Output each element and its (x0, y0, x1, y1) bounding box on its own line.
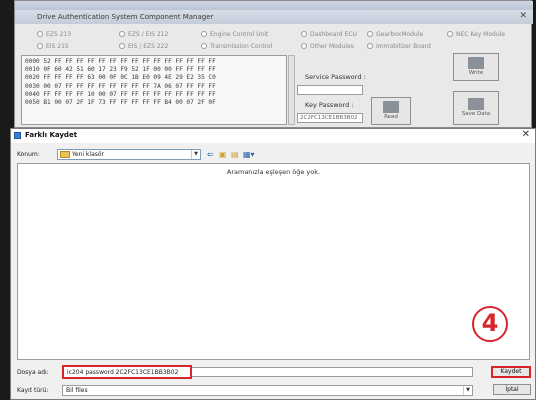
view-menu-icon[interactable]: ▦▾ (243, 150, 255, 159)
file-list-area[interactable]: Aramanızla eşleşen öğe yok. (17, 163, 530, 360)
radio-icon (119, 31, 125, 37)
file-name-label: Dosya adı: (17, 369, 49, 376)
hex-line: 0050 B1 00 07 2F 1F 73 FF FF FF FF FF B4… (25, 99, 216, 107)
dialog-titlebar: Farklı Kaydet ✕ (11, 129, 535, 143)
radio-option[interactable]: Immobilizer Board (367, 43, 431, 50)
radio-option[interactable]: Transmission Control (201, 43, 272, 50)
write-icon (468, 57, 484, 69)
background-top-strip (15, 1, 533, 10)
save-data-button[interactable]: Save Data (453, 91, 499, 125)
file-type-dropdown[interactable]: Bil files ▼ (62, 385, 473, 396)
hex-dump-view[interactable]: 0000 52 FF FF FF FF FF FF FF FF FF FF FF… (21, 55, 287, 125)
hex-scrollbar[interactable] (288, 55, 295, 125)
read-button[interactable]: Read (371, 97, 411, 125)
background-app-window: Drive Authentication System Component Ma… (14, 0, 533, 128)
radio-icon (447, 31, 453, 37)
chevron-down-icon: ▼ (463, 386, 472, 395)
back-arrow-icon[interactable]: ⇐ (207, 150, 214, 159)
cancel-button[interactable]: İptal (493, 384, 531, 395)
radio-option[interactable]: NEC Key Module (447, 31, 505, 38)
hex-line: 0010 0F 60 42 51 60 17 23 F9 52 1F 00 00… (25, 66, 216, 74)
radio-icon (301, 31, 307, 37)
save-data-icon (468, 98, 484, 110)
radio-option[interactable]: Dashboard ECU (301, 31, 357, 38)
up-folder-icon[interactable]: ▣ (219, 150, 227, 159)
radio-option[interactable]: Other Modules (301, 43, 354, 50)
hex-line: 0040 FF FF FF FF 10 00 07 FF FF FF FF FF… (25, 90, 216, 98)
file-name-input-extension[interactable] (192, 367, 473, 377)
file-name-input[interactable]: ic204 password 2C2FC13CE1BB3B02 (62, 365, 192, 379)
step-number-badge: 4 (472, 306, 508, 342)
dialog-app-icon (14, 132, 21, 139)
radio-icon (201, 31, 207, 37)
radio-icon (367, 31, 373, 37)
close-icon[interactable]: ✕ (522, 129, 530, 140)
module-radio-row-1: EZS 213 EZS / EIS 212 Engine Control Uni… (37, 31, 527, 41)
service-password-label: Service Password : (305, 73, 366, 81)
screenshot-root: Drive Authentication System Component Ma… (0, 0, 536, 400)
radio-option[interactable]: GearboxModule (367, 31, 423, 38)
radio-icon (301, 43, 307, 49)
background-close-icon[interactable]: ✕ (519, 11, 527, 21)
radio-option[interactable]: Engine Control Unit (201, 31, 268, 38)
service-password-field[interactable] (297, 85, 363, 95)
radio-icon (37, 31, 43, 37)
radio-icon (37, 43, 43, 49)
chevron-down-icon: ▼ (191, 150, 200, 159)
save-as-dialog: Farklı Kaydet ✕ Konum: Yeni klasör ▼ ⇐ ▣… (10, 128, 536, 400)
read-icon (383, 101, 399, 113)
file-type-label: Kayıt türü: (17, 387, 49, 394)
radio-icon (367, 43, 373, 49)
empty-results-message: Aramanızla eşleşen öğe yok. (226, 168, 321, 176)
file-type-value: Bil files (66, 387, 88, 394)
radio-option[interactable]: EZS / EIS 212 (119, 31, 168, 38)
hex-line: 0000 52 FF FF FF FF FF FF FF FF FF FF FF… (25, 58, 216, 65)
look-in-dropdown[interactable]: Yeni klasör ▼ (57, 149, 201, 160)
dialog-title: Farklı Kaydet (25, 131, 78, 139)
hex-line: 0020 FF FF FF FF 63 00 0F 0C 1B E0 09 4E… (25, 74, 216, 82)
save-button[interactable]: Kaydet (491, 366, 531, 378)
key-password-field[interactable]: 2C2FC13CE1BB3B02 (297, 113, 363, 123)
key-password-label: Key Password : (305, 101, 354, 109)
radio-option[interactable]: EZS 213 (37, 31, 71, 38)
radio-icon (201, 43, 207, 49)
module-radio-row-2: EIS 215 EIS / EZS 222 Transmission Contr… (37, 43, 527, 53)
folder-icon (60, 151, 70, 158)
background-window-title: Drive Authentication System Component Ma… (15, 10, 533, 24)
new-folder-icon[interactable]: ▤ (231, 150, 239, 159)
look-in-value: Yeni klasör (72, 151, 105, 158)
write-button[interactable]: Write (453, 53, 499, 81)
hex-line: 0030 00 07 FF FF FF FF FF FF FF FF 7A 06… (25, 82, 216, 90)
radio-icon (119, 43, 125, 49)
look-in-label: Konum: (17, 151, 40, 158)
radio-option[interactable]: EIS 215 (37, 43, 69, 50)
radio-option[interactable]: EIS / EZS 222 (119, 43, 168, 50)
